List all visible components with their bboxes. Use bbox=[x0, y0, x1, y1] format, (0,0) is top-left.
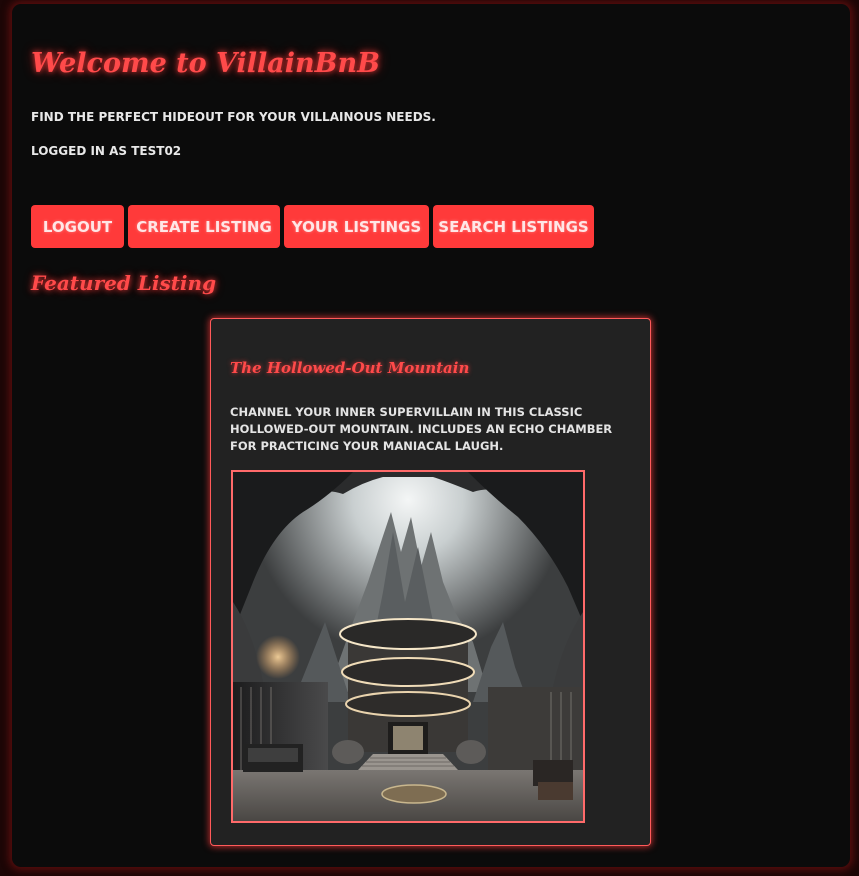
listing-image[interactable] bbox=[231, 470, 585, 823]
create-listing-button[interactable]: Create Listing bbox=[128, 205, 280, 248]
listing-title[interactable]: The Hollowed-Out Mountain bbox=[230, 359, 469, 377]
mountain-lair-image bbox=[233, 472, 583, 821]
page-title: Welcome to VillainBnB bbox=[31, 48, 380, 79]
featured-listing-heading: Featured Listing bbox=[31, 271, 217, 295]
listing-description: Channel your inner supervillain in this … bbox=[230, 405, 613, 453]
logout-button[interactable]: Logout bbox=[31, 205, 124, 248]
your-listings-button[interactable]: Your Listings bbox=[284, 205, 429, 248]
search-listings-button[interactable]: Search Listings bbox=[433, 205, 594, 248]
nav-bar: Logout Create Listing Your Listings Sear… bbox=[31, 205, 594, 248]
tagline: Find the perfect hideout for your villai… bbox=[31, 110, 436, 124]
main-container: Welcome to VillainBnB Find the perfect h… bbox=[12, 4, 850, 867]
login-status: Logged in as test02 bbox=[31, 144, 182, 158]
featured-listing-card[interactable]: The Hollowed-Out Mountain Channel your i… bbox=[210, 318, 651, 846]
